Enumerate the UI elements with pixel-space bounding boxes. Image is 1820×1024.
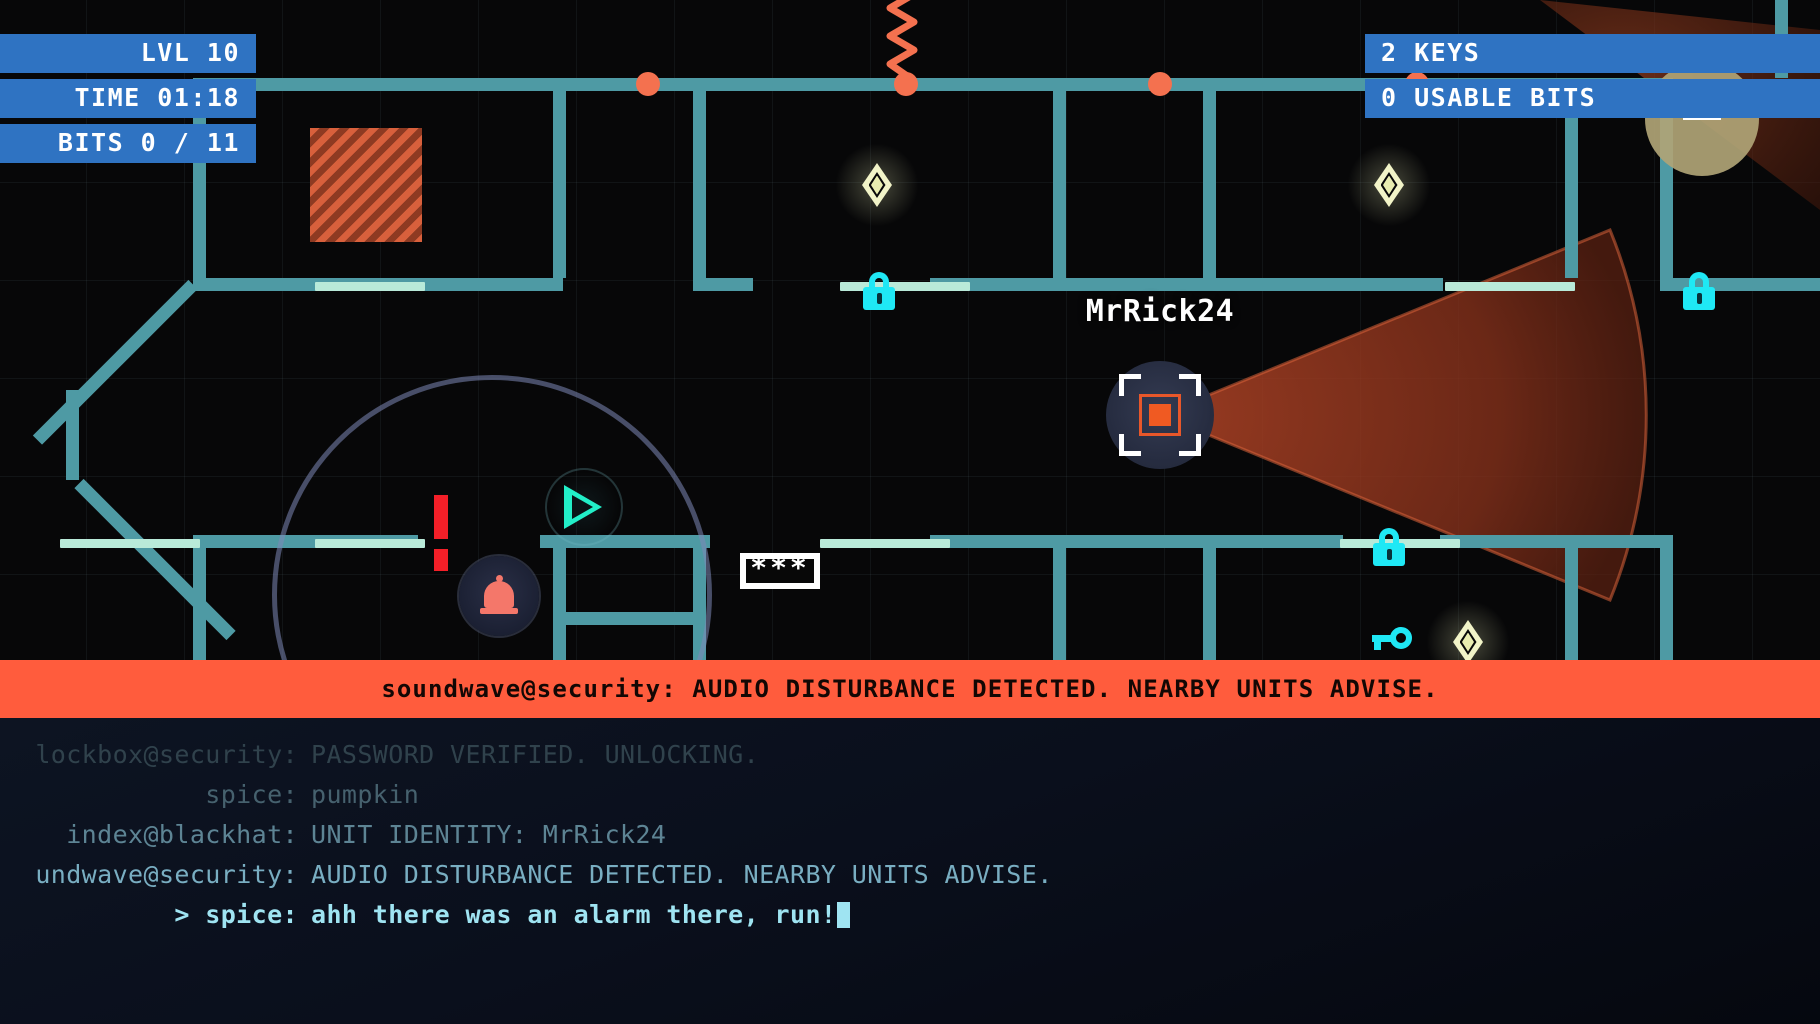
bit-diamond-icon[interactable] bbox=[1423, 597, 1513, 660]
log-message: PASSWORD VERIFIED. UNLOCKING. bbox=[311, 740, 760, 769]
lock-icon[interactable] bbox=[1682, 272, 1716, 310]
wall bbox=[930, 278, 1203, 291]
enemy-unit[interactable]: MrRick24 bbox=[1086, 294, 1234, 470]
door[interactable] bbox=[315, 282, 425, 291]
lock-icon[interactable] bbox=[1372, 528, 1406, 566]
enemy-name-label: MrRick24 bbox=[1085, 294, 1235, 329]
door[interactable] bbox=[1445, 282, 1575, 291]
alarm-warning-marker bbox=[434, 495, 448, 539]
log-line: spice: pumpkin bbox=[0, 782, 1010, 807]
wall bbox=[693, 278, 753, 291]
log-speaker: undwave@security: bbox=[35, 860, 298, 889]
terminal-log: lockbox@security: PASSWORD VERIFIED. UNL… bbox=[0, 742, 1052, 943]
alert-banner: soundwave@security: AUDIO DISTURBANCE DE… bbox=[0, 660, 1820, 718]
key-icon[interactable] bbox=[1372, 627, 1412, 653]
log-line: index@blackhat: UNIT IDENTITY: MrRick24 bbox=[0, 822, 1010, 847]
wall bbox=[553, 91, 566, 278]
hazard-block bbox=[310, 128, 422, 242]
log-speaker: index@blackhat: bbox=[66, 820, 298, 849]
door[interactable] bbox=[820, 539, 950, 548]
hud-usable-bits: 0 USABLE BITS bbox=[1365, 79, 1820, 118]
wall bbox=[1203, 91, 1216, 278]
log-line: undwave@security: AUDIO DISTURBANCE DETE… bbox=[0, 860, 1052, 889]
hud-left: LVL 10 TIME 01:18 BITS 0 / 11 bbox=[0, 34, 256, 169]
terminal-input-line[interactable]: > spice: ahh there was an alarm there, r… bbox=[0, 902, 1010, 928]
terminal-prompt: > spice: bbox=[174, 900, 298, 929]
terminal-panel[interactable]: lockbox@security: PASSWORD VERIFIED. UNL… bbox=[0, 718, 1820, 1024]
alarm-warning-marker bbox=[434, 549, 448, 571]
log-speaker: spice: bbox=[205, 780, 298, 809]
alert-text: soundwave@security: AUDIO DISTURBANCE DE… bbox=[381, 675, 1439, 703]
hud-bits: BITS 0 / 11 bbox=[0, 124, 256, 163]
hud-time: TIME 01:18 bbox=[0, 79, 256, 118]
sound-sensor-icon bbox=[636, 72, 660, 96]
hud-right: 2 KEYS 0 USABLE BITS bbox=[1365, 34, 1820, 124]
wall bbox=[1053, 91, 1066, 278]
terminal-input-value[interactable]: ahh there was an alarm there, run! bbox=[298, 902, 836, 928]
wall bbox=[66, 390, 79, 480]
log-speaker: lockbox@security: bbox=[35, 740, 298, 769]
bit-diamond-icon[interactable] bbox=[832, 140, 922, 230]
log-message: AUDIO DISTURBANCE DETECTED. NEARBY UNITS… bbox=[311, 860, 1053, 889]
wall bbox=[1440, 535, 1672, 548]
lock-icon[interactable] bbox=[862, 272, 896, 310]
door[interactable] bbox=[840, 282, 970, 291]
wall bbox=[193, 535, 206, 660]
log-message: UNIT IDENTITY: MrRick24 bbox=[311, 820, 667, 849]
alarm-bell-icon[interactable] bbox=[459, 556, 539, 636]
log-line: lockbox@security: PASSWORD VERIFIED. UNL… bbox=[0, 742, 1010, 767]
wall bbox=[1565, 535, 1578, 660]
text-cursor bbox=[837, 902, 851, 928]
wall bbox=[1203, 278, 1443, 291]
wall bbox=[1203, 535, 1216, 660]
log-message: pumpkin bbox=[311, 780, 420, 809]
sound-sensor-icon bbox=[1148, 72, 1172, 96]
player-triangle-icon[interactable] bbox=[545, 468, 623, 546]
wall bbox=[1660, 600, 1673, 660]
wall bbox=[930, 535, 1203, 548]
hud-keys: 2 KEYS bbox=[1365, 34, 1820, 73]
sound-wave-icon bbox=[886, 0, 918, 81]
wall bbox=[693, 91, 706, 278]
password-box[interactable]: *** bbox=[740, 553, 820, 589]
wall bbox=[1053, 535, 1066, 660]
bit-diamond-icon[interactable] bbox=[1344, 140, 1434, 230]
door[interactable] bbox=[60, 539, 200, 548]
wall bbox=[1203, 535, 1343, 548]
selection-brackets bbox=[1119, 374, 1201, 456]
hud-level: LVL 10 bbox=[0, 34, 256, 73]
